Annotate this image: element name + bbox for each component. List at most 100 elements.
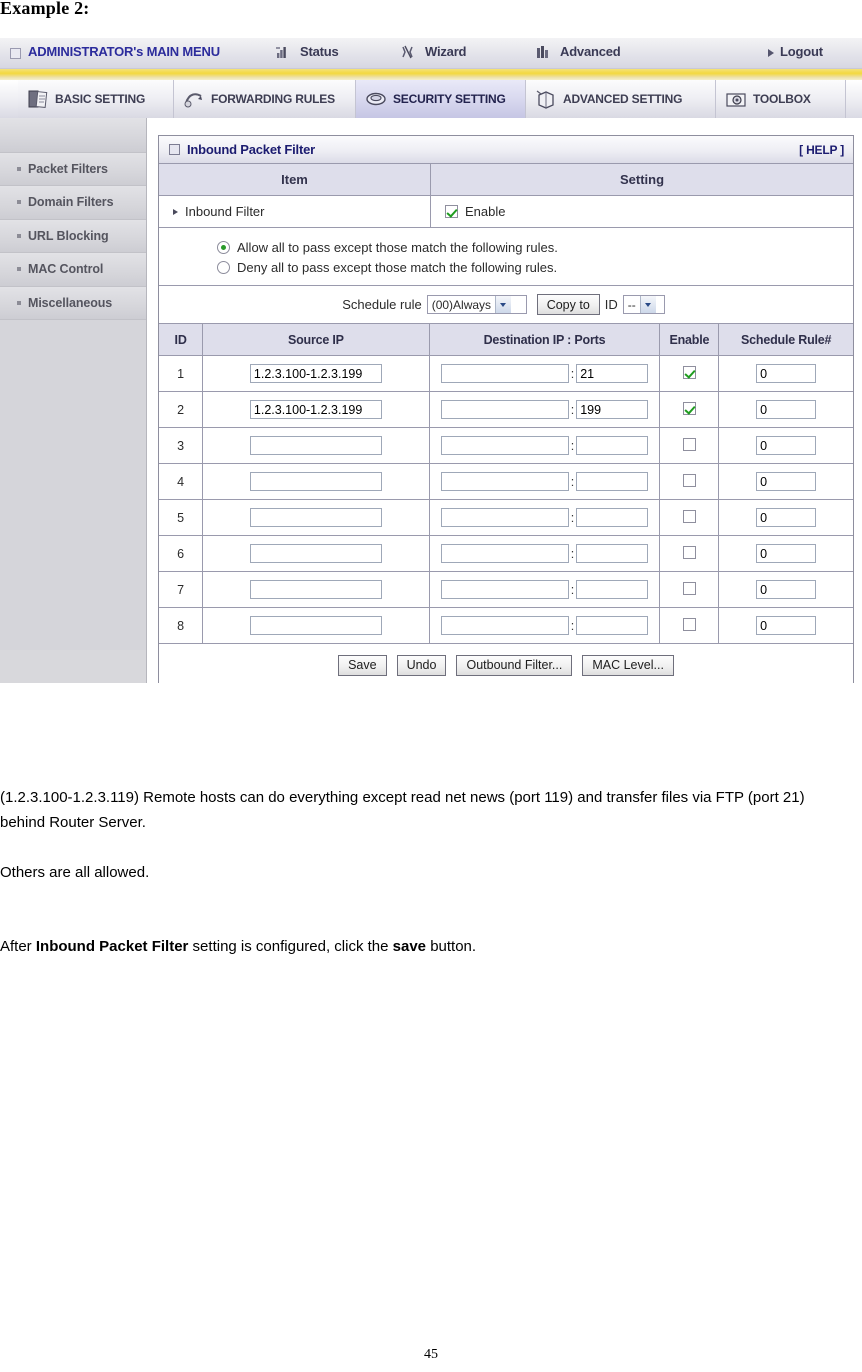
cell-row-id: 3 [159, 427, 204, 464]
cell-row-id: 7 [159, 571, 204, 608]
th-enable: Enable [659, 324, 720, 356]
source-ip-input[interactable] [249, 580, 382, 599]
enable-checkbox[interactable] [682, 437, 696, 451]
enable-checkbox[interactable] [682, 545, 696, 559]
destination-ip-input[interactable] [440, 580, 569, 599]
destination-ip-input[interactable] [440, 472, 569, 491]
source-ip-input[interactable]: 1.2.3.100-1.2.3.199 [249, 364, 382, 383]
destination-port-input[interactable] [576, 616, 649, 635]
tab-label: BASIC SETTING [55, 92, 146, 106]
enable-checkbox[interactable] [682, 581, 696, 595]
bullet-icon [17, 200, 21, 205]
undo-button[interactable]: Undo [396, 654, 447, 676]
destination-field-group: : [431, 436, 659, 455]
cell-schedule-rule: 0 [718, 463, 853, 500]
tab-basic-setting[interactable]: BASIC SETTING [18, 80, 174, 118]
source-ip-input[interactable]: 1.2.3.100-1.2.3.199 [249, 400, 382, 419]
destination-ip-input[interactable] [440, 364, 569, 383]
schedule-rule-input[interactable]: 0 [756, 472, 817, 491]
cell-source-ip [202, 535, 430, 572]
schedule-id-label: ID [604, 297, 618, 312]
destination-port-input[interactable] [576, 544, 649, 563]
triangle-bullet-icon [173, 208, 178, 215]
item-setting-header: Item Setting [159, 164, 853, 196]
th-source-ip: Source IP [202, 324, 430, 356]
copy-to-button[interactable]: Copy to [536, 294, 600, 315]
enable-checkbox[interactable] [682, 365, 696, 379]
destination-ip-input[interactable] [440, 544, 569, 563]
status-icon [276, 47, 286, 58]
menu-item-wizard[interactable]: Wizard [425, 44, 467, 59]
packet-filter-table: ID Source IP Destination IP : Ports Enab… [159, 324, 853, 644]
inbound-filter-label-cell: Inbound Filter [159, 196, 431, 227]
source-ip-input[interactable] [249, 544, 382, 563]
table-row: 5: 0 [159, 499, 853, 536]
menu-item-logout[interactable]: Logout [780, 44, 823, 59]
schedule-rule-input[interactable]: 0 [756, 544, 817, 563]
destination-port-input[interactable] [576, 472, 649, 491]
tab-label: FORWARDING RULES [211, 92, 335, 106]
destination-ip-input[interactable] [440, 436, 569, 455]
tab-forwarding-rules[interactable]: FORWARDING RULES [174, 80, 356, 118]
enable-checkbox[interactable] [682, 509, 696, 523]
menu-item-advanced[interactable]: Advanced [560, 44, 621, 59]
source-ip-input[interactable] [249, 508, 382, 527]
schedule-rule-input[interactable]: 0 [756, 400, 817, 419]
sidebar-item-url-blocking[interactable]: URL Blocking [0, 219, 146, 253]
tab-toolbox[interactable]: TOOLBOX [716, 80, 846, 118]
policy-allow-option[interactable]: Allow all to pass except those match the… [217, 237, 853, 257]
sidebar-item-domain-filters[interactable]: Domain Filters [0, 186, 146, 220]
inbound-filter-label: Inbound Filter [185, 204, 265, 219]
policy-deny-option[interactable]: Deny all to pass except those match the … [217, 257, 853, 277]
th-destination: Destination IP : Ports [429, 324, 661, 356]
destination-port-input[interactable] [576, 508, 649, 527]
mac-level-button[interactable]: MAC Level... [582, 654, 674, 676]
schedule-rule-input[interactable]: 0 [756, 436, 817, 455]
schedule-rule-select[interactable]: (00)Always [426, 295, 527, 314]
destination-field-group: : [431, 544, 659, 563]
colon-separator: : [570, 438, 575, 453]
cell-schedule-rule: 0 [718, 535, 853, 572]
sidebar-item-mac-control[interactable]: MAC Control [0, 253, 146, 287]
source-ip-input[interactable] [249, 616, 382, 635]
help-link[interactable]: [ HELP ] [799, 143, 844, 157]
outbound-filter-button[interactable]: Outbound Filter... [456, 654, 573, 676]
enable-checkbox[interactable] [682, 617, 696, 631]
destination-ip-input[interactable] [440, 400, 569, 419]
allow-radio[interactable] [217, 240, 230, 254]
cell-enable [659, 535, 720, 572]
book-icon [28, 90, 48, 109]
destination-port-input[interactable] [576, 436, 649, 455]
destination-port-input[interactable]: 199 [576, 400, 649, 419]
cell-enable [659, 571, 720, 608]
shield-icon [366, 92, 386, 106]
destination-ip-input[interactable] [440, 616, 569, 635]
menu-item-status[interactable]: Status [300, 44, 339, 59]
tab-security-setting[interactable]: SECURITY SETTING [356, 80, 526, 118]
schedule-rule-input[interactable]: 0 [756, 364, 817, 383]
deny-radio[interactable] [217, 260, 230, 274]
tab-advanced-setting[interactable]: ADVANCED SETTING [526, 80, 716, 118]
schedule-rule-input[interactable]: 0 [756, 616, 817, 635]
cell-destination: : [429, 571, 661, 608]
schedule-rule-input[interactable]: 0 [756, 580, 817, 599]
destination-port-input[interactable] [576, 580, 649, 599]
table-row: 3: 0 [159, 427, 853, 464]
destination-ip-input[interactable] [440, 508, 569, 527]
sidebar-item-packet-filters[interactable]: Packet Filters [0, 152, 146, 186]
save-button[interactable]: Save [338, 654, 387, 676]
enable-checkbox[interactable] [682, 401, 696, 415]
inbound-filter-enable-checkbox[interactable] [445, 205, 458, 218]
table-row: 8: 0 [159, 607, 853, 644]
source-ip-input[interactable] [249, 436, 382, 455]
colon-separator: : [570, 402, 575, 417]
colon-separator: : [570, 618, 575, 633]
source-ip-input[interactable] [249, 472, 382, 491]
enable-checkbox[interactable] [682, 473, 696, 487]
example-heading: Example 2: [0, 0, 90, 18]
destination-field-group: :21 [431, 364, 659, 383]
destination-port-input[interactable]: 21 [576, 364, 649, 383]
schedule-id-select[interactable]: -- [622, 295, 665, 314]
schedule-rule-input[interactable]: 0 [756, 508, 817, 527]
sidebar-item-miscellaneous[interactable]: Miscellaneous [0, 286, 146, 320]
